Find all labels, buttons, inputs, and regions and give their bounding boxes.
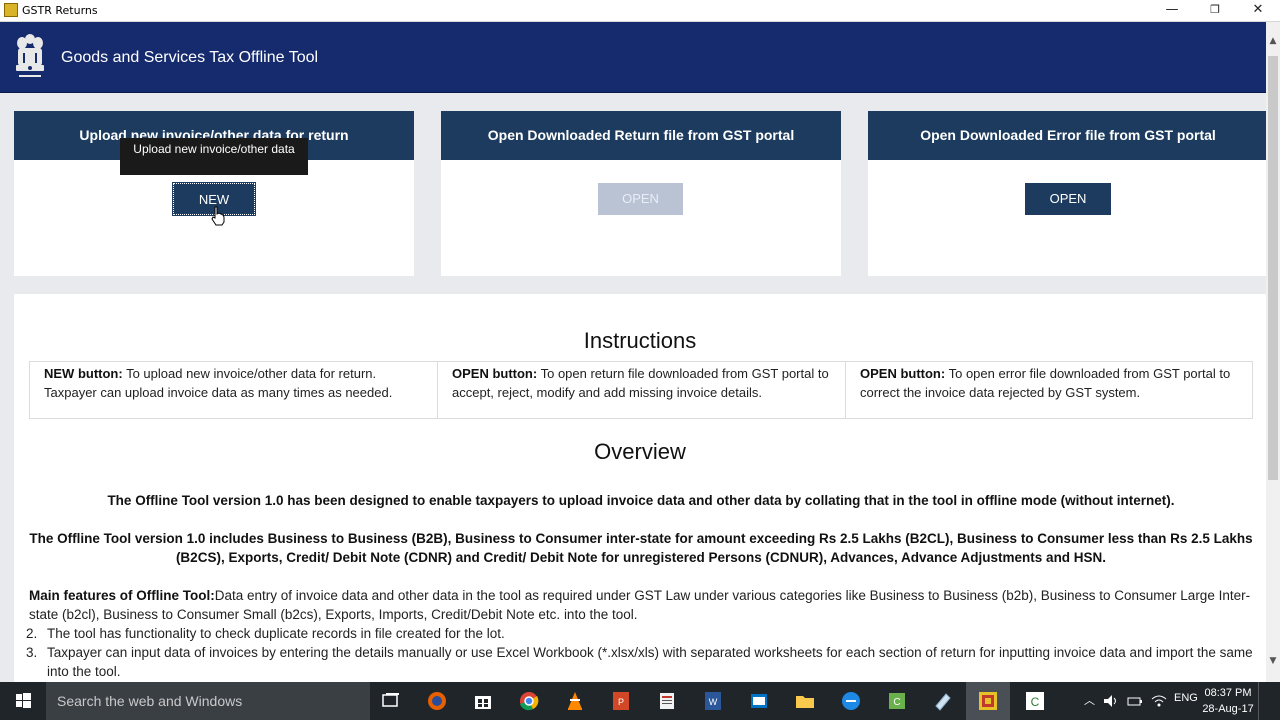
instruction-label: NEW button: [44,366,123,381]
app-icon [4,3,18,17]
feature-text: Taxpayer can input data of invoices by e… [47,645,1253,679]
list-item: Main features of Offline Tool:Data entry… [29,586,1253,624]
wifi-icon[interactable] [1150,692,1168,710]
snipping-tool-icon[interactable] [932,690,954,712]
title-bar: GSTR Returns — ❐ ✕ [0,0,1280,22]
gst-offline-tool-icon[interactable] [977,690,999,712]
open-error-card: Open Downloaded Error file from GST port… [868,111,1266,276]
outlook-icon[interactable] [748,690,770,712]
scroll-down-arrow-icon[interactable]: ▼ [1266,656,1280,668]
overview-heading: Overview [594,439,686,464]
open-error-card-heading: Open Downloaded Error file from GST port… [868,111,1266,160]
gstr-returns-window: GSTR Returns — ❐ ✕ Goods and Services Ta… [0,0,1280,720]
notes-icon[interactable] [656,690,678,712]
svg-text:C: C [1031,695,1040,709]
new-button-tooltip: Upload new invoice/other data [120,138,308,175]
clock[interactable]: 08:37 PM 28-Aug-17 [1200,685,1256,717]
show-hidden-icons-icon[interactable]: ︿ [1084,692,1095,708]
open-return-card-heading: Open Downloaded Return file from GST por… [441,111,841,160]
taskbar: Search the web and Windows P W C C ︿ ENG… [0,682,1280,720]
info-panel: Instructions NEW button: To upload new i… [14,294,1266,682]
instructions-table: NEW button: To upload new invoice/other … [29,361,1253,419]
word-icon[interactable]: W [702,690,724,712]
store-icon[interactable] [472,690,494,712]
clock-time: 08:37 PM [1204,687,1252,699]
search-box[interactable]: Search the web and Windows [46,682,370,720]
clock-date: 28-Aug-17 [1202,703,1254,715]
upload-card: Upload new invoice/other data for return… [14,111,414,276]
instruction-open-error: OPEN button: To open error file download… [846,362,1252,418]
open-return-button[interactable]: OPEN [598,183,683,215]
task-view-icon[interactable] [380,690,402,712]
feature-number: 2. [26,626,38,641]
camtasia-icon[interactable]: C [886,690,908,712]
instruction-open-return: OPEN button: To open return file downloa… [438,362,846,418]
vlc-icon[interactable] [564,690,586,712]
file-explorer-icon[interactable] [794,690,816,712]
features-label: Main features of Offline Tool: [29,588,215,603]
app-title: Goods and Services Tax Offline Tool [61,49,319,66]
volume-icon[interactable] [1102,692,1120,710]
instructions-heading: Instructions [583,328,697,353]
battery-icon[interactable] [1126,692,1144,710]
window-title: GSTR Returns [22,4,98,17]
list-item: 3. Taxpayer can input data of invoices by… [26,643,1253,681]
feature-text: The tool has functionality to check dupl… [47,626,505,641]
instruction-label: OPEN button: [452,366,538,381]
instruction-label: OPEN button: [860,366,946,381]
show-desktop-button[interactable] [1258,682,1280,720]
open-return-card: Open Downloaded Return file from GST por… [441,111,841,276]
list-item: 2. The tool has functionality to check du… [26,624,1253,643]
hand-cursor-icon [211,206,225,226]
maximize-button[interactable]: ❐ [1193,0,1237,22]
svg-text:P: P [618,697,624,707]
edge-icon[interactable] [840,690,862,712]
vertical-scrollbar[interactable]: ▲ ▼ [1266,22,1280,682]
svg-text:W: W [709,697,718,707]
scroll-up-arrow-icon[interactable]: ▲ [1266,36,1280,48]
national-emblem-icon [16,34,44,77]
main-content: Upload new invoice/other data for return… [0,93,1266,682]
close-button[interactable]: ✕ [1236,0,1280,22]
powerpoint-icon[interactable]: P [610,690,632,712]
overview-paragraph: The Offline Tool version 1.0 has been de… [107,493,1175,508]
open-error-button[interactable]: OPEN [1025,183,1111,215]
windows-start-icon[interactable] [0,682,46,720]
instruction-new: NEW button: To upload new invoice/other … [30,362,438,418]
overview-paragraph: The Offline Tool version 1.0 includes Bu… [29,531,1253,565]
svg-text:C: C [893,697,900,708]
camtasia-recorder-icon[interactable]: C [1024,690,1046,712]
chrome-icon[interactable] [518,690,540,712]
firefox-icon[interactable] [426,690,448,712]
features-list: Main features of Offline Tool:Data entry… [26,586,1253,681]
minimize-button[interactable]: — [1150,0,1194,22]
feature-number: 3. [26,645,38,660]
app-header: Goods and Services Tax Offline Tool [0,22,1266,93]
language-indicator[interactable]: ENG [1174,692,1198,704]
scroll-thumb[interactable] [1268,56,1278,480]
